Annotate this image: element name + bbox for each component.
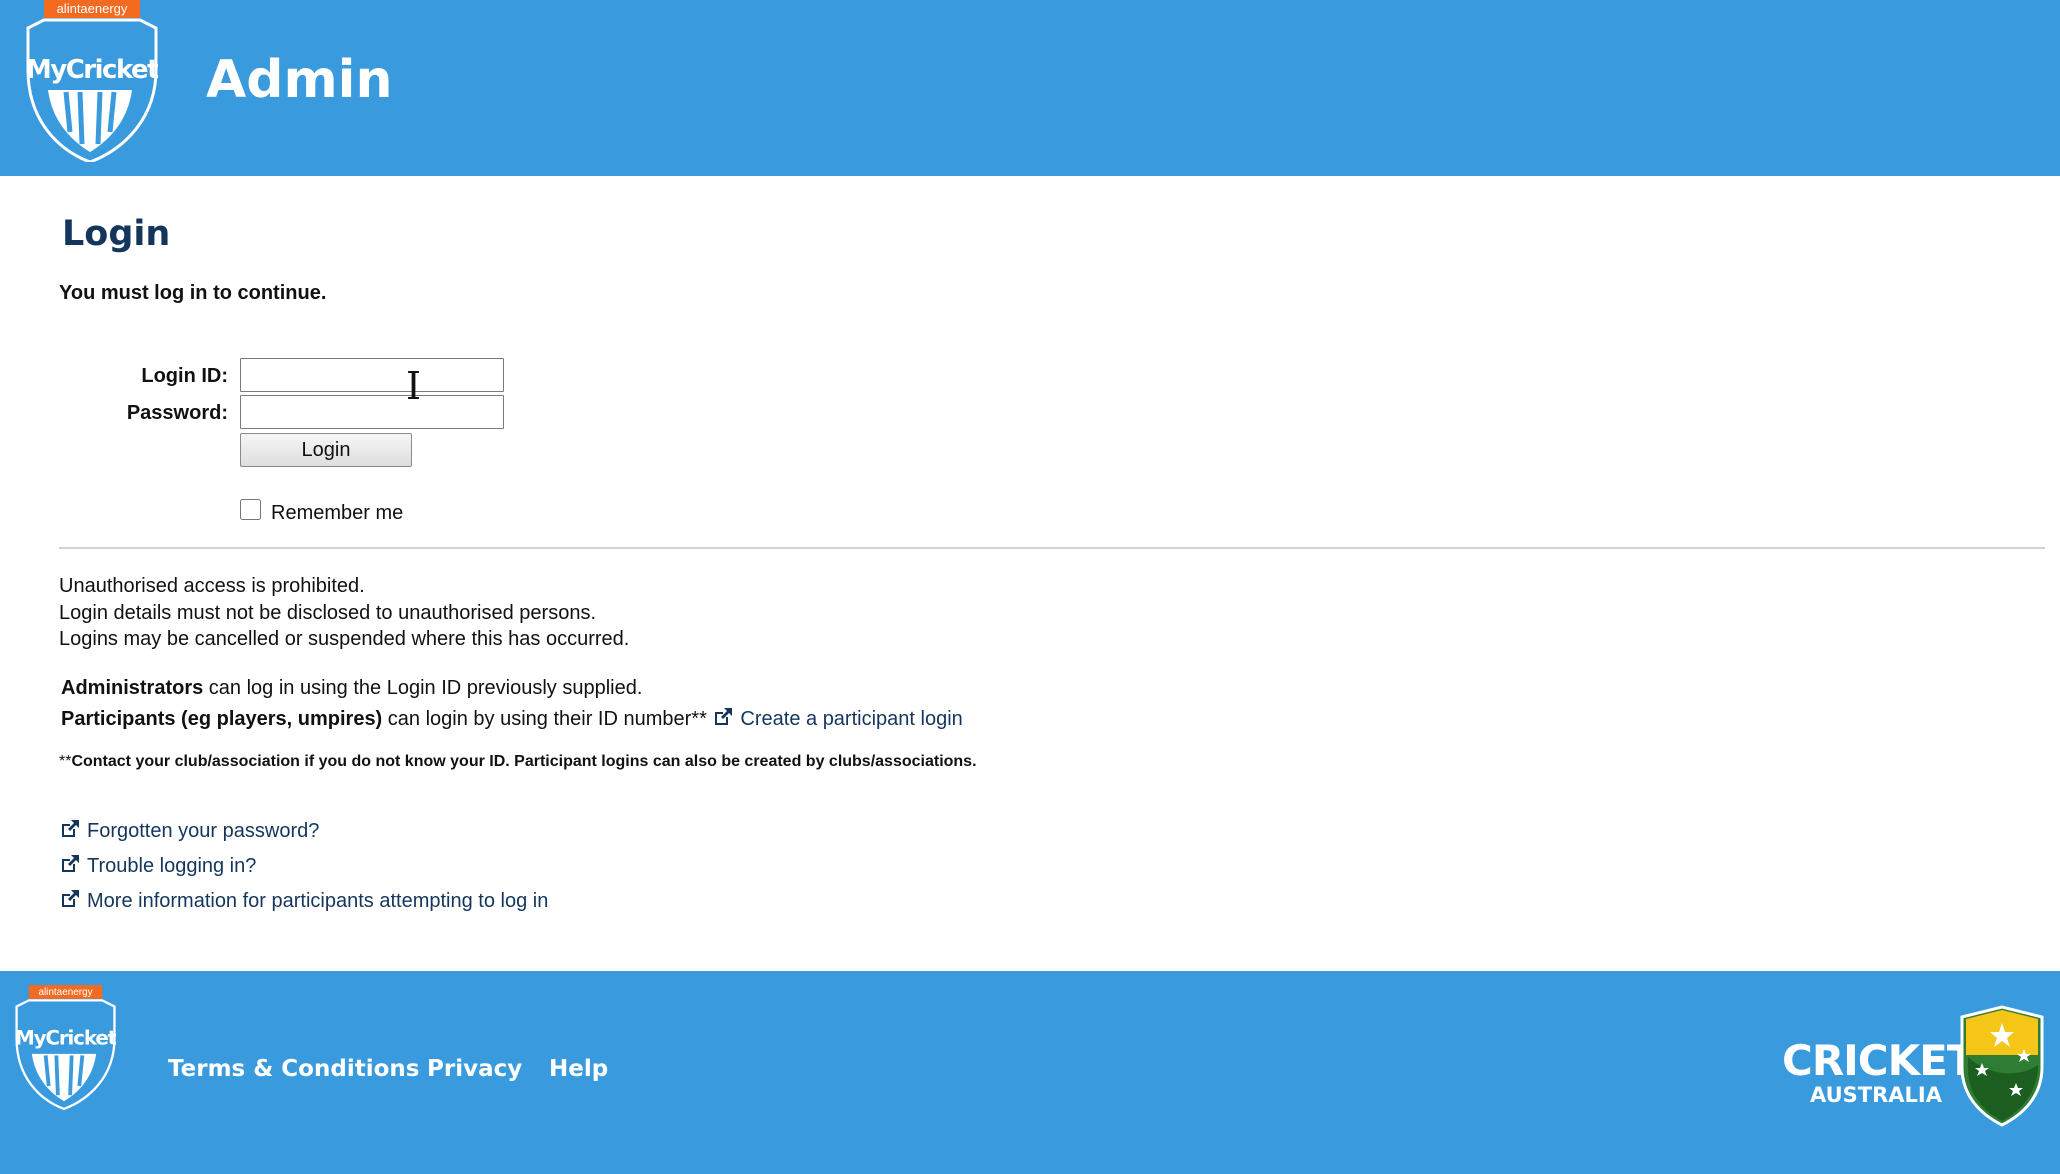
administrators-label: Administrators [61,677,204,699]
login-required-message: You must log in to continue. [59,282,327,304]
notice-line: Logins may be cancelled or suspended whe… [59,628,630,650]
mycricket-logo-icon: alintaenergy MyCricket [15,985,116,1111]
app-title: Admin [206,50,393,110]
administrators-info: Administrators can log in using the Logi… [61,674,642,702]
create-participant-login-link[interactable]: Create a participant login [712,706,963,730]
cricket-australia-wordmark: CRICKET [1782,1036,1975,1085]
password-input[interactable] [240,395,504,429]
footnote-text: Contact your club/association if you do … [71,753,977,770]
svg-text:MyCricket: MyCricket [15,1027,116,1050]
remember-me-label[interactable]: Remember me [271,501,403,525]
cricket-australia-subtitle: AUSTRALIA [1810,1083,1942,1107]
participants-info: Participants (eg players, umpires) can l… [61,705,963,733]
external-link-icon [712,706,734,728]
login-id-input[interactable] [240,358,504,392]
mycricket-logo-icon: alintaenergy MyCricket [26,0,158,162]
forgotten-password-link[interactable]: Forgotten your password? [59,817,319,845]
participants-text: can login by using their ID number** [382,708,707,730]
trouble-logging-in-link[interactable]: Trouble logging in? [59,852,256,880]
section-divider [59,547,2045,549]
privacy-link[interactable]: Privacy [427,1053,522,1085]
notice-line: Unauthorised access is prohibited. [59,575,365,597]
participants-label: Participants (eg players, umpires) [61,708,383,730]
cricket-australia-logo[interactable]: CRICKET AUSTRALIA [1782,1005,2046,1127]
cricket-australia-shield-icon [1958,1005,2046,1127]
administrators-text: can log in using the Login ID previously… [203,677,643,699]
footer-mycricket-logo[interactable]: alintaenergy MyCricket [12,983,116,1111]
mycricket-logo[interactable]: alintaenergy MyCricket [22,0,158,162]
svg-text:MyCricket: MyCricket [26,55,158,85]
external-link-icon [59,818,81,840]
login-button[interactable]: Login [240,433,412,467]
external-link-icon [59,888,81,910]
help-link[interactable]: Help [549,1053,608,1085]
login-id-label: Login ID: [141,365,228,387]
page-title: Login [62,214,171,254]
remember-me-checkbox[interactable] [240,499,261,520]
site-header: alintaenergy MyCricket Admin [0,0,2060,176]
password-label: Password: [126,402,228,424]
svg-text:alintaenergy: alintaenergy [57,1,128,16]
site-footer: alintaenergy MyCricket Terms & Condition… [0,971,2060,1174]
svg-text:alintaenergy: alintaenergy [38,987,92,998]
notice-line: Login details must not be disclosed to u… [59,602,597,624]
footnote-marker: ** [59,753,72,770]
text-cursor-icon: I [406,364,422,408]
footnote: **Contact your club/association if you d… [59,752,977,772]
participant-login-info-link[interactable]: More information for participants attemp… [59,887,548,915]
terms-conditions-link[interactable]: Terms & Conditions [168,1053,419,1085]
external-link-icon [59,853,81,875]
